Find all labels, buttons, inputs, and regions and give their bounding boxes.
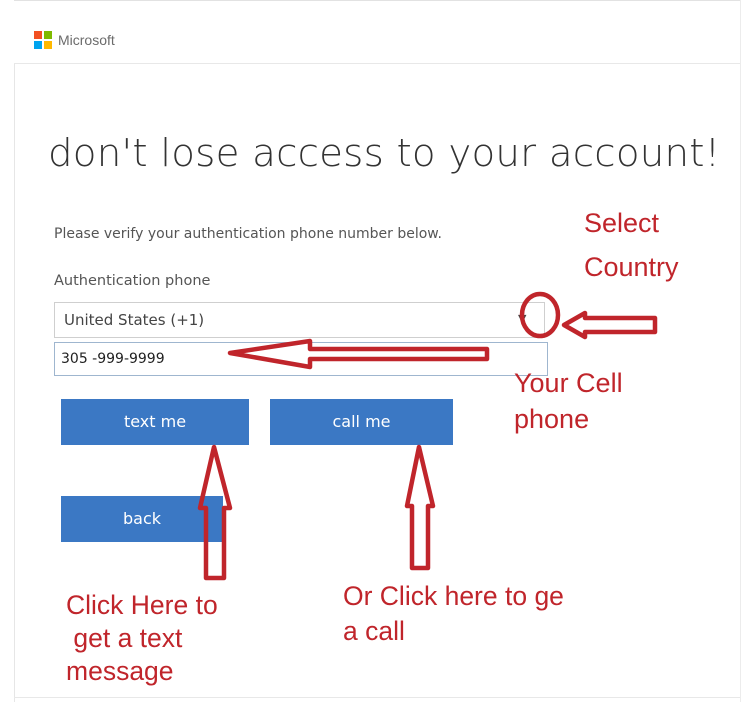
annotation-line: Or Click here to ge xyxy=(343,581,564,611)
annotation-line: message xyxy=(66,656,174,686)
microsoft-logo-icon xyxy=(34,31,52,49)
annotation-line: phone xyxy=(514,404,590,434)
page-title: don't lose access to your account! xyxy=(48,131,721,175)
phone-number-input[interactable] xyxy=(54,342,548,376)
annotation-click-here-call: Or Click here to ge a call xyxy=(343,579,564,649)
annotation-click-here-text: Click Here to get a text message xyxy=(66,589,218,688)
annotation-select-country: Select Country xyxy=(584,201,679,289)
header-bar: Microsoft xyxy=(14,0,740,64)
annotation-line: a call xyxy=(343,616,405,646)
annotation-arrow-call-me xyxy=(404,444,436,571)
call-me-button[interactable]: call me xyxy=(270,399,453,445)
frame-border-left xyxy=(14,0,15,702)
frame-border-bottom xyxy=(14,697,740,698)
annotation-line: Select xyxy=(584,208,660,238)
triangle-down-icon[interactable]: ▼ xyxy=(518,312,526,325)
logo-square-yellow xyxy=(44,41,52,49)
frame-border-right xyxy=(740,0,741,702)
back-button[interactable]: back xyxy=(61,496,223,542)
text-me-button[interactable]: text me xyxy=(61,399,249,445)
annotation-your-cell-phone: Your Cell phone xyxy=(514,365,623,437)
microsoft-logo[interactable]: Microsoft xyxy=(34,31,115,49)
logo-square-green xyxy=(44,31,52,39)
annotation-line: Click Here to xyxy=(66,590,218,620)
brand-name: Microsoft xyxy=(58,32,115,48)
instructions-text: Please verify your authentication phone … xyxy=(54,226,442,242)
logo-square-red xyxy=(34,31,42,39)
annotation-arrow-select xyxy=(561,310,658,340)
country-code-select[interactable]: United States (+1) ▼ xyxy=(54,302,545,338)
annotation-line: get a text xyxy=(66,623,183,653)
country-code-value: United States (+1) xyxy=(64,311,205,329)
annotation-line: Your Cell xyxy=(514,368,623,398)
annotation-line: Country xyxy=(584,252,679,282)
logo-square-blue xyxy=(34,41,42,49)
authentication-phone-label: Authentication phone xyxy=(54,273,211,289)
